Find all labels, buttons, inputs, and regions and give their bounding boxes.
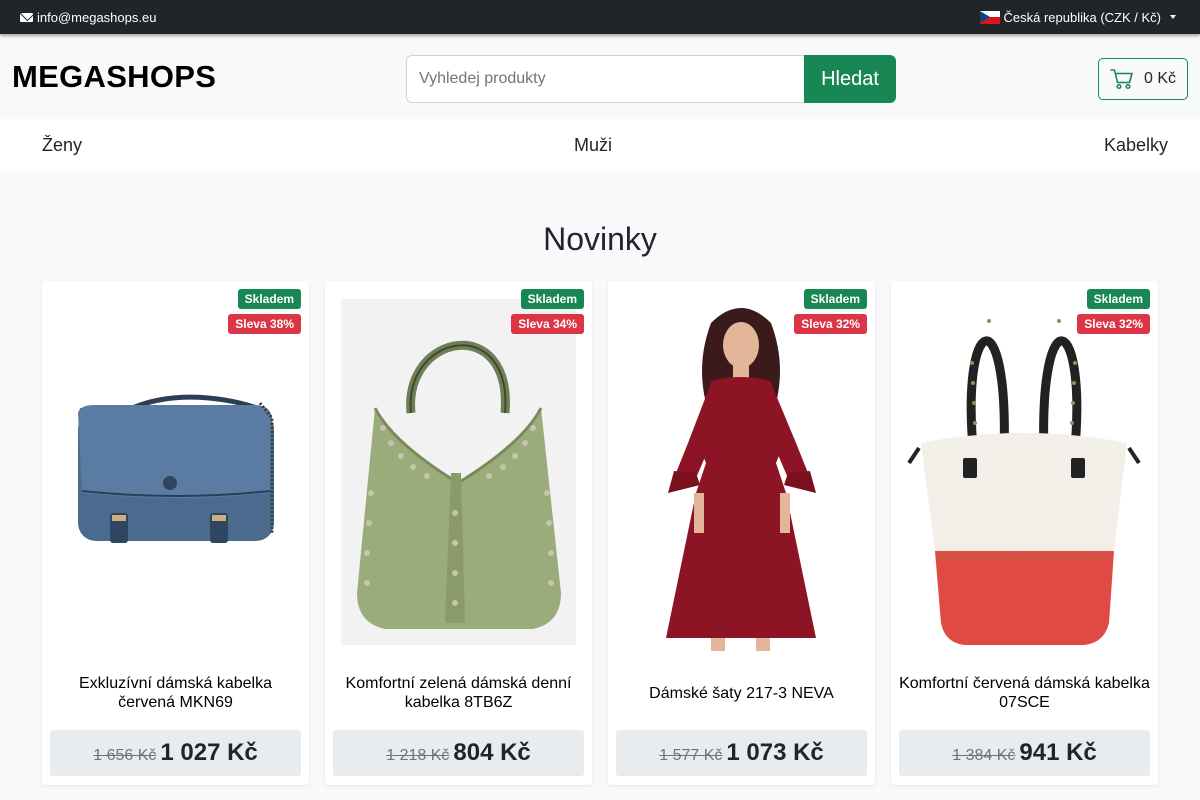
discount-badge: Sleva 34% — [511, 314, 584, 334]
product-image[interactable] — [50, 293, 301, 651]
product-title[interactable]: Komfortní zelená dámská denní kabelka 8T… — [333, 671, 584, 715]
white-red-tote-bag-image — [907, 319, 1141, 645]
czech-flag-icon — [979, 10, 1000, 24]
old-price: 1 577 Kč — [659, 747, 723, 764]
stock-badge: Skladem — [1086, 289, 1150, 309]
main-nav: Ženy Muži Kabelky — [0, 119, 1200, 171]
site-header: MEGASHOPS Hledat 0 Kč — [0, 34, 1200, 119]
country-label[interactable]: Česká republika (CZK / Kč) — [1004, 10, 1162, 25]
product-price: 1 656 Kč 1 027 Kč — [50, 730, 301, 776]
nav-item-zeny[interactable]: Ženy — [42, 135, 82, 156]
product-card[interactable]: Skladem Sleva 34% Komfortní zelená dámsk… — [325, 281, 592, 785]
contact-email[interactable]: info@megashops.eu — [20, 10, 156, 25]
old-price: 1 656 Kč — [93, 747, 157, 764]
top-bar: info@megashops.eu Česká republika (CZK /… — [0, 0, 1200, 34]
cart-icon — [1110, 69, 1133, 90]
stock-badge: Skladem — [237, 289, 301, 309]
search-form: Hledat — [406, 55, 896, 103]
product-price: 1 384 Kč 941 Kč — [899, 730, 1150, 776]
cart-total: 0 Kč — [1143, 70, 1176, 87]
stock-badge: Skladem — [520, 289, 584, 309]
product-price: 1 218 Kč 804 Kč — [333, 730, 584, 776]
cart-button[interactable]: 0 Kč — [1098, 58, 1188, 100]
product-price: 1 577 Kč 1 073 Kč — [616, 730, 867, 776]
section-title: Novinky — [543, 221, 657, 257]
current-price: 1 027 Kč — [160, 739, 258, 766]
nav-item-muzi[interactable]: Muži — [574, 135, 612, 156]
product-image[interactable] — [333, 293, 584, 651]
green-hobo-bag-image — [341, 299, 576, 645]
product-title[interactable]: Komfortní červená dámská kabelka 07SCE — [899, 671, 1150, 715]
product-title[interactable]: Dámské šaty 217-3 NEVA — [616, 671, 867, 715]
discount-badge: Sleva 38% — [228, 314, 301, 334]
product-image[interactable] — [899, 293, 1150, 651]
stock-badge: Skladem — [803, 289, 867, 309]
product-card[interactable]: Skladem Sleva 32% Dámské šaty 217-3 NEVA… — [608, 281, 875, 785]
caret-down-icon[interactable] — [1170, 15, 1176, 19]
old-price: 1 218 Kč — [386, 747, 450, 764]
search-button[interactable]: Hledat — [804, 55, 896, 103]
site-logo[interactable]: MEGASHOPS — [12, 59, 216, 95]
burgundy-dress-model-image — [666, 308, 816, 651]
product-grid: Skladem Sleva 38% Exkluzívní dámská kabe… — [42, 281, 1158, 785]
search-input[interactable] — [406, 55, 804, 103]
discount-badge: Sleva 32% — [794, 314, 867, 334]
envelope-icon — [20, 12, 33, 22]
product-title[interactable]: Exkluzívní dámská kabelka červená MKN69 — [50, 671, 301, 715]
current-price: 941 Kč — [1019, 739, 1097, 766]
old-price: 1 384 Kč — [952, 747, 1016, 764]
country-selector[interactable]: Česká republika (CZK / Kč) — [979, 10, 1181, 25]
product-card[interactable]: Skladem Sleva 32% Komfortní červená dáms… — [891, 281, 1158, 785]
current-price: 1 073 Kč — [726, 739, 824, 766]
product-image[interactable] — [616, 293, 867, 651]
current-price: 804 Kč — [453, 739, 531, 766]
discount-badge: Sleva 32% — [1077, 314, 1150, 334]
blue-crossbody-bag-image — [78, 394, 274, 543]
product-card[interactable]: Skladem Sleva 38% Exkluzívní dámská kabe… — [42, 281, 309, 785]
contact-email-text[interactable]: info@megashops.eu — [37, 10, 156, 25]
nav-item-kabelky[interactable]: Kabelky — [1104, 135, 1168, 156]
